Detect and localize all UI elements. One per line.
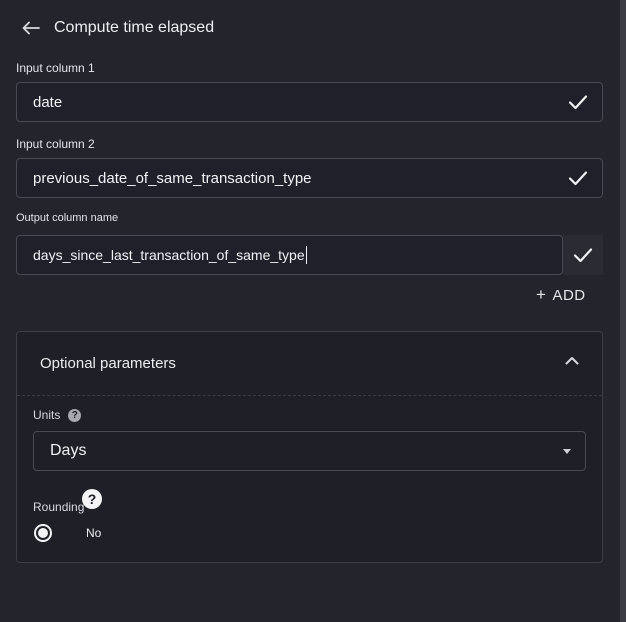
- plus-icon: +: [536, 285, 547, 304]
- optional-parameters-section: Optional parameters Units ? Days Roundin…: [16, 331, 603, 563]
- add-button-label: ADD: [552, 286, 586, 304]
- input-column-2-field[interactable]: previous_date_of_same_transaction_type: [16, 158, 603, 198]
- units-select-value: Days: [50, 442, 87, 459]
- input-column-2-value[interactable]: previous_date_of_same_transaction_type: [33, 170, 566, 187]
- rounding-option-no[interactable]: No: [34, 524, 101, 542]
- check-icon[interactable]: [566, 90, 590, 114]
- units-label: Units: [33, 408, 61, 422]
- output-column-name-label: Output column name: [16, 212, 119, 224]
- output-column-name-value[interactable]: days_since_last_transaction_of_same_type: [33, 246, 307, 264]
- right-panel-edge: [620, 0, 626, 622]
- output-column-name-text: days_since_last_transaction_of_same_type: [33, 247, 305, 263]
- check-icon[interactable]: [566, 166, 590, 190]
- rounding-label: Rounding: [33, 500, 85, 514]
- input-column-1-label: Input column 1: [16, 61, 95, 75]
- arrow-left-icon[interactable]: [18, 15, 44, 41]
- help-icon[interactable]: ?: [82, 489, 102, 509]
- input-column-1-field[interactable]: date: [16, 82, 603, 122]
- radio-button-selected[interactable]: [34, 524, 52, 542]
- dropdown-arrow-icon: [563, 448, 571, 454]
- help-icon[interactable]: ?: [68, 408, 82, 422]
- input-column-2-label: Input column 2: [16, 137, 95, 151]
- units-select[interactable]: Days: [33, 431, 586, 471]
- radio-dot: [38, 528, 48, 538]
- text-caret: [305, 246, 307, 264]
- output-column-name-input[interactable]: days_since_last_transaction_of_same_type: [16, 235, 563, 275]
- optional-parameters-header[interactable]: Optional parameters: [17, 332, 602, 396]
- chevron-up-icon[interactable]: [562, 351, 582, 371]
- add-button[interactable]: + ADD: [536, 284, 586, 306]
- confirm-output-button[interactable]: [563, 235, 603, 275]
- compute-time-elapsed-panel: Compute time elapsed Input column 1 date…: [0, 0, 620, 622]
- panel-header: Compute time elapsed: [18, 14, 214, 42]
- input-column-1-value[interactable]: date: [33, 94, 566, 111]
- page-title: Compute time elapsed: [54, 19, 215, 36]
- check-icon: [573, 247, 593, 263]
- rounding-option-label: No: [86, 526, 102, 540]
- optional-parameters-title: Optional parameters: [40, 355, 176, 372]
- units-label-row: Units ?: [33, 408, 82, 422]
